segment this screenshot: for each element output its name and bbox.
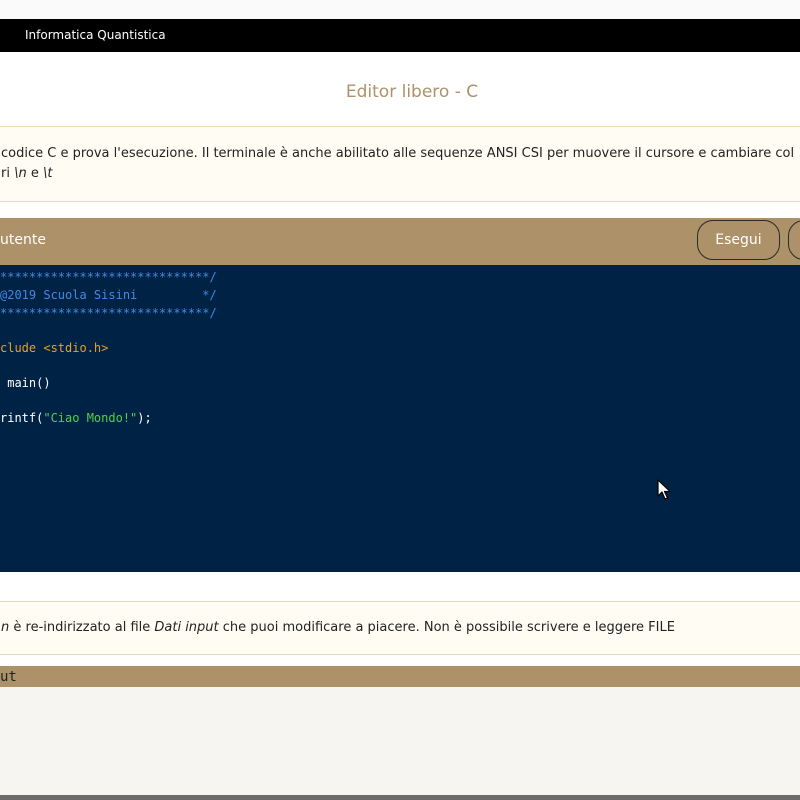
intro-box: codice C e prova l'esecuzione. Il termin… [0,126,800,202]
output-header-label: ut [0,669,17,685]
editor-header: utente Esegui [0,218,800,265]
editor-header-label: utente [0,232,46,248]
intro-line-1: codice C e prova l'esecuzione. Il termin… [1,146,795,161]
stdin-note-box: n è re-indirizzato al file Dati input ch… [0,601,800,655]
intro-tab-code: \t [42,166,53,181]
code-line: *****************************/ [0,270,217,284]
code-line: main() [0,376,51,390]
intro-line-2-mid: e [26,166,43,181]
run-button[interactable]: Esegui [697,220,780,260]
code-line: clude <stdio.h> [0,341,109,355]
output-header: ut [0,666,800,687]
code-token: ); [137,411,152,425]
stdin-note: n è re-indirizzato al file Dati input ch… [1,620,675,635]
bottom-bar [0,795,800,800]
secondary-button[interactable] [788,220,800,260]
navbar: Informatica Quantistica [0,19,800,52]
code-line: *****************************/ [0,306,217,320]
browser-top-strip [0,0,800,20]
code-string: "Ciao Mondo!" [43,411,138,425]
stdin-note-file-name: Dati input [154,620,219,635]
stdin-note-text-2: che puoi modificare a piacere. Non è pos… [218,620,675,635]
intro-line-2: ri \n e \t [1,166,52,181]
page: Informatica Quantistica Editor libero - … [0,0,800,800]
output-area[interactable] [0,687,800,795]
code-editor[interactable]: *****************************/ @2019 Scu… [0,265,800,572]
stdin-note-text-1: è re-indirizzato al file [9,620,155,635]
page-title: Editor libero - C [345,82,479,102]
code-line: rintf("Ciao Mondo!"); [0,411,152,425]
intro-newline-code: \n [14,166,27,181]
code-token: rintf( [0,411,44,425]
intro-line-2-prefix: ri [1,166,15,181]
mouse-pointer-icon [657,479,671,500]
code-line: @2019 Scuola Sisini */ [0,288,217,302]
navbar-brand[interactable]: Informatica Quantistica [25,28,166,42]
stdin-note-prefix: n [1,620,10,635]
